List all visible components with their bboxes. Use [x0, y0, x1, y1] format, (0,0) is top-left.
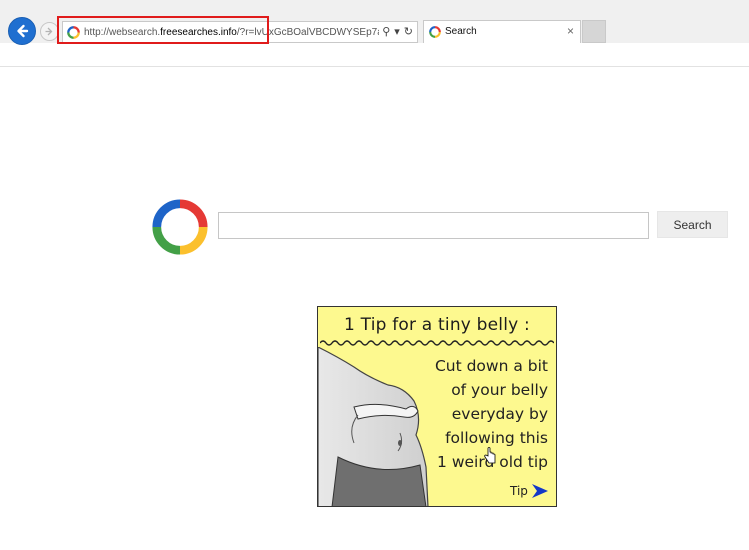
tab-favicon-icon — [429, 26, 441, 38]
close-icon[interactable]: × — [567, 24, 574, 38]
belly-illustration — [318, 347, 429, 506]
ad-text-line: everyday by — [451, 405, 548, 423]
ad-text-line: following this — [445, 429, 548, 447]
back-button[interactable] — [8, 17, 36, 45]
ring-logo-icon — [152, 199, 208, 255]
arrow-right-icon — [45, 27, 53, 36]
url-text[interactable]: http://websearch.freesearches.info/?r=lv… — [84, 26, 379, 40]
url-prefix: http://websearch. — [84, 27, 161, 38]
forward-button[interactable] — [40, 22, 59, 41]
ad-text-line: Cut down a bit — [434, 357, 548, 375]
refresh-icon[interactable]: ↻ — [404, 24, 413, 40]
chevron-down-icon[interactable]: ▾ — [394, 24, 400, 40]
toolbar-divider — [0, 66, 749, 67]
search-icon[interactable]: ⚲ — [382, 24, 390, 40]
ad-text-line: of your belly — [451, 381, 548, 399]
new-tab-button[interactable] — [582, 20, 606, 43]
hand-cursor-icon — [484, 447, 496, 464]
url-suffix: /?r=lvUxGcBOalVBCDWYSEp7aQI — [236, 27, 379, 38]
ad-title: 1 Tip for a tiny belly : — [344, 315, 530, 335]
tab-title: Search — [445, 26, 477, 37]
arrow-left-icon — [17, 24, 29, 38]
address-bar[interactable]: http://websearch.freesearches.info/?r=lv… — [62, 21, 418, 43]
site-favicon-icon — [67, 26, 80, 39]
ad-cta-link[interactable]: Tip — [510, 483, 549, 499]
search-button[interactable]: Search — [657, 211, 728, 238]
search-input[interactable] — [218, 212, 649, 239]
advertisement-banner[interactable]: 1 Tip for a tiny belly : Cut down a bit … — [317, 306, 557, 507]
ad-cta-label: Tip — [510, 484, 528, 498]
url-domain: freesearches.info — [160, 27, 237, 38]
ad-wavy-divider — [320, 340, 554, 346]
tab-search[interactable]: Search × — [423, 20, 581, 43]
arrow-right-icon — [531, 484, 548, 498]
